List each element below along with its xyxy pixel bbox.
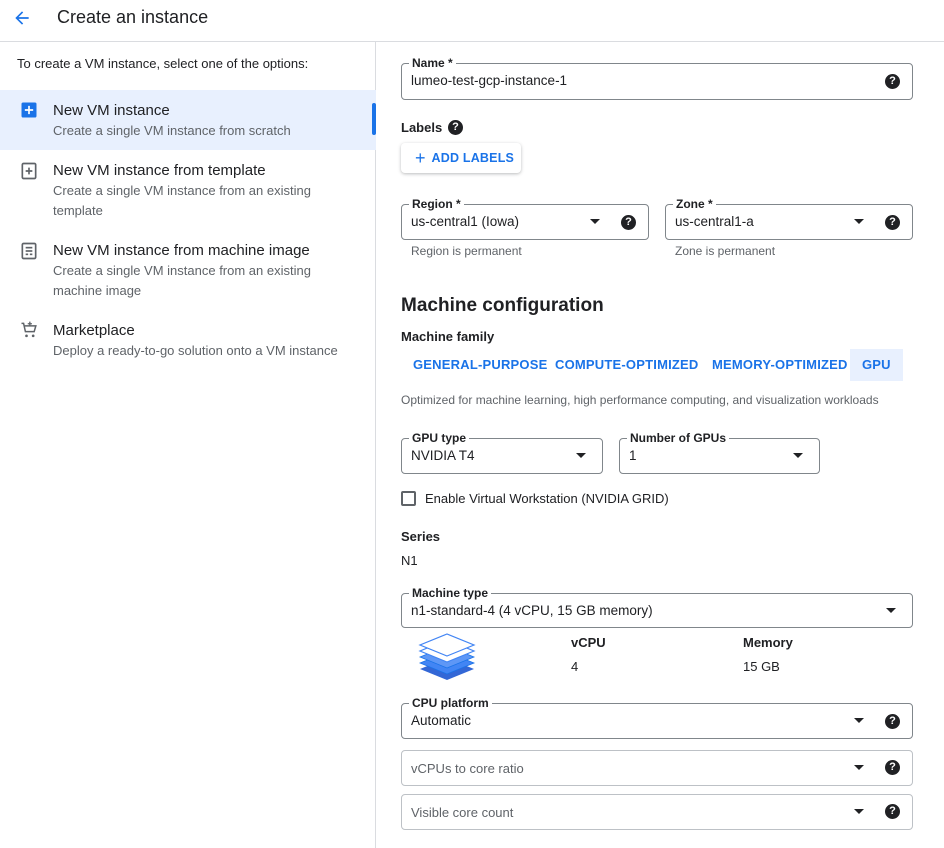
cpu-platform-select[interactable]: CPU platform Automatic ? bbox=[401, 696, 913, 739]
machine-layers-icon bbox=[418, 633, 476, 680]
zone-select[interactable]: Zone * us-central1-a ? bbox=[665, 197, 913, 240]
shopping-cart-icon bbox=[21, 321, 37, 338]
dropdown-caret-icon bbox=[793, 453, 803, 458]
plus-icon: + bbox=[415, 148, 426, 168]
gpu-count-select[interactable]: Number of GPUs 1 bbox=[619, 431, 820, 474]
gpu-type-label: GPU type bbox=[409, 431, 470, 445]
machine-family-label: Machine family bbox=[401, 329, 495, 344]
add-labels-text: ADD LABELS bbox=[431, 151, 515, 165]
machine-type-value: n1-standard-4 (4 vCPU, 15 GB memory) bbox=[411, 603, 653, 618]
machine-type-label: Machine type bbox=[409, 586, 492, 600]
labels-title-text: Labels bbox=[401, 120, 443, 135]
options-intro: To create a VM instance, select one of t… bbox=[17, 56, 309, 71]
option-marketplace[interactable]: Marketplace Deploy a ready-to-go solutio… bbox=[0, 310, 376, 370]
option-vm-from-machine-image[interactable]: New VM instance from machine image Creat… bbox=[0, 230, 376, 310]
vcpu-value: 4 bbox=[571, 659, 579, 674]
tab-memory-optimized[interactable]: MEMORY-OPTIMIZED bbox=[700, 349, 860, 381]
virtual-workstation-label: Enable Virtual Workstation (NVIDIA GRID) bbox=[425, 491, 669, 506]
memory-header: Memory bbox=[743, 635, 793, 650]
option-desc: Create a single VM instance from an exis… bbox=[53, 263, 311, 298]
help-icon[interactable]: ? bbox=[885, 74, 900, 89]
page-title: Create an instance bbox=[57, 7, 209, 27]
vcpu-core-ratio-select[interactable]: vCPUs to core ratio ? bbox=[401, 750, 913, 786]
gpu-type-value: NVIDIA T4 bbox=[411, 448, 475, 463]
template-icon bbox=[21, 162, 37, 180]
region-label: Region * bbox=[409, 197, 464, 211]
zone-label: Zone * bbox=[673, 197, 716, 211]
option-title: New VM instance bbox=[53, 102, 170, 119]
help-icon[interactable]: ? bbox=[885, 760, 900, 775]
dropdown-caret-icon bbox=[576, 453, 586, 458]
dropdown-caret-icon bbox=[854, 219, 864, 224]
option-desc: Deploy a ready-to-go solution onto a VM … bbox=[53, 343, 338, 358]
name-field[interactable]: Name * lumeo-test-gcp-instance-1 ? bbox=[401, 56, 913, 100]
option-desc: Create a single VM instance from an exis… bbox=[53, 183, 311, 218]
region-value: us-central1 (Iowa) bbox=[411, 214, 520, 229]
dropdown-caret-icon bbox=[886, 608, 896, 613]
tab-gpu[interactable]: GPU bbox=[850, 349, 903, 381]
creation-options-panel: To create a VM instance, select one of t… bbox=[0, 42, 376, 848]
option-new-vm-instance[interactable]: New VM instance Create a single VM insta… bbox=[0, 90, 376, 150]
tab-compute-optimized[interactable]: COMPUTE-OPTIMIZED bbox=[543, 349, 711, 381]
option-title: New VM instance from machine image bbox=[53, 242, 310, 259]
dropdown-caret-icon bbox=[854, 765, 864, 770]
machine-type-select[interactable]: Machine type n1-standard-4 (4 vCPU, 15 G… bbox=[401, 586, 913, 628]
cpu-platform-label: CPU platform bbox=[409, 696, 492, 710]
series-label: Series bbox=[401, 529, 441, 544]
dropdown-caret-icon bbox=[854, 809, 864, 814]
dropdown-caret-icon bbox=[590, 219, 600, 224]
machine-config-title: Machine configuration bbox=[401, 295, 604, 316]
add-labels-button[interactable]: + ADD LABELS bbox=[401, 143, 521, 173]
machine-image-icon bbox=[21, 242, 37, 260]
help-icon[interactable]: ? bbox=[448, 120, 463, 135]
name-value: lumeo-test-gcp-instance-1 bbox=[411, 73, 568, 88]
visible-core-count-select[interactable]: Visible core count ? bbox=[401, 794, 913, 830]
labels-title: Labels bbox=[401, 120, 442, 135]
memory-value: 15 GB bbox=[743, 659, 780, 674]
gpu-type-select[interactable]: GPU type NVIDIA T4 bbox=[401, 431, 603, 474]
zone-hint: Zone is permanent bbox=[675, 244, 776, 258]
vcpu-core-ratio-placeholder: vCPUs to core ratio bbox=[411, 761, 524, 776]
option-title: New VM instance from template bbox=[53, 162, 266, 179]
virtual-workstation-checkbox[interactable] bbox=[401, 491, 416, 506]
vcpu-header: vCPU bbox=[571, 635, 606, 650]
zone-value: us-central1-a bbox=[675, 214, 754, 229]
help-icon[interactable]: ? bbox=[885, 215, 900, 230]
page-header: Create an instance bbox=[0, 0, 944, 42]
add-box-icon bbox=[21, 102, 37, 118]
visible-core-count-placeholder: Visible core count bbox=[411, 805, 514, 820]
dropdown-caret-icon bbox=[854, 718, 864, 723]
region-hint: Region is permanent bbox=[411, 244, 522, 258]
help-icon[interactable]: ? bbox=[885, 804, 900, 819]
option-vm-from-template[interactable]: New VM instance from template Create a s… bbox=[0, 150, 376, 230]
region-select[interactable]: Region * us-central1 (Iowa) ? bbox=[401, 197, 649, 240]
series-value: N1 bbox=[401, 553, 418, 568]
option-desc: Create a single VM instance from scratch bbox=[53, 123, 291, 138]
cpu-platform-value: Automatic bbox=[411, 713, 472, 728]
tab-general-purpose[interactable]: GENERAL-PURPOSE bbox=[401, 349, 559, 381]
option-title: Marketplace bbox=[53, 322, 135, 339]
gpu-count-value: 1 bbox=[629, 448, 637, 463]
machine-family-description: Optimized for machine learning, high per… bbox=[401, 393, 879, 407]
name-label: Name * bbox=[409, 56, 456, 70]
gpu-count-label: Number of GPUs bbox=[627, 431, 730, 445]
help-icon[interactable]: ? bbox=[885, 714, 900, 729]
help-icon[interactable]: ? bbox=[621, 215, 636, 230]
arrow-back-icon bbox=[15, 11, 29, 25]
back-button[interactable] bbox=[10, 6, 34, 30]
